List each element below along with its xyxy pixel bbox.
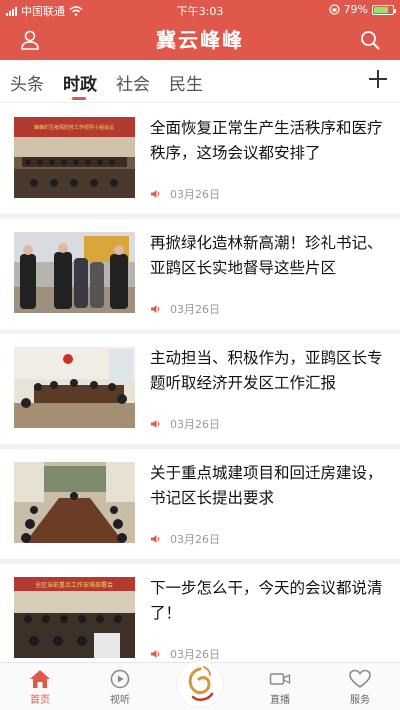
heart-icon — [349, 669, 371, 688]
bottom-tab-video[interactable]: 视听 — [90, 669, 150, 706]
tab-toutiao[interactable]: 头条 — [10, 70, 44, 95]
thumb-banner-text: 全区当前重点工作安排部署会 — [35, 581, 113, 589]
nav-bar: 冀云峰峰 — [0, 20, 400, 60]
bottom-tab-live[interactable]: 直播 — [250, 669, 310, 706]
speaker-icon[interactable] — [150, 189, 160, 199]
news-thumbnail — [14, 347, 135, 428]
tab-shehui[interactable]: 社会 — [116, 70, 150, 95]
news-meta: 03月26日 — [150, 646, 220, 662]
bottom-tab-service[interactable]: 服务 — [330, 669, 390, 706]
speaker-icon[interactable] — [150, 419, 160, 429]
news-title[interactable]: 下一步怎么干，今天的会议都说清了！ — [150, 576, 392, 626]
bottom-tab-label: 视听 — [110, 695, 130, 706]
status-right: 79% — [328, 3, 396, 16]
bottom-tab-home[interactable]: 首页 — [10, 669, 70, 706]
plus-icon[interactable] — [366, 67, 390, 91]
category-tabs: 头条 时政 社会 民生 — [0, 60, 400, 103]
battery-percent: 79% — [343, 3, 368, 16]
news-item[interactable]: 关于重点城建项目和回迁房建设，书记区长提出要求 03月26日 — [0, 449, 400, 564]
news-meta: 03月26日 — [150, 186, 220, 202]
thumb-banner-text: 峰峰矿区疫情防控工作领导小组会议 — [34, 124, 114, 131]
news-title[interactable]: 主动担当、积极作为，亚鹍区长专题听取经济开发区工作汇报 — [150, 346, 392, 396]
play-icon — [110, 669, 130, 689]
tab-minsheng[interactable]: 民生 — [169, 70, 203, 95]
news-meta: 03月26日 — [150, 301, 220, 317]
bottom-tab-label: 直播 — [270, 695, 290, 706]
news-thumbnail — [14, 232, 135, 313]
video-camera-icon — [269, 673, 291, 685]
news-meta: 03月26日 — [150, 531, 220, 547]
news-thumbnail — [14, 462, 135, 543]
logo-icon — [188, 666, 214, 701]
active-tab-indicator — [72, 97, 86, 100]
bottom-tab-label: 首页 — [30, 695, 50, 706]
center-logo-button[interactable] — [176, 660, 224, 708]
speaker-icon[interactable] — [150, 304, 160, 314]
news-item[interactable]: 全区当前重点工作安排部署会 下一步怎么干，今天的会议都说清了！ 03月26日 — [0, 564, 400, 662]
news-thumbnail: 峰峰矿区疫情防控工作领导小组会议 — [14, 117, 135, 198]
news-meta: 03月26日 — [150, 416, 220, 432]
news-date: 03月26日 — [170, 188, 220, 201]
news-date: 03月26日 — [170, 418, 220, 431]
search-icon[interactable] — [358, 28, 382, 52]
app-header: 中国联通 下午3:03 79% 冀云峰峰 — [0, 0, 400, 60]
news-date: 03月26日 — [170, 533, 220, 546]
news-date: 03月26日 — [170, 303, 220, 316]
news-thumbnail: 全区当前重点工作安排部署会 — [14, 577, 135, 658]
news-list: 峰峰矿区疫情防控工作领导小组会议 全面恢复正常生产生活秩序和医疗秩序，这场会议都… — [0, 104, 400, 662]
news-item[interactable]: 峰峰矿区疫情防控工作领导小组会议 全面恢复正常生产生活秩序和医疗秩序，这场会议都… — [0, 104, 400, 219]
bottom-tab-label: 服务 — [350, 695, 370, 706]
news-item[interactable]: 主动担当、积极作为，亚鹍区长专题听取经济开发区工作汇报 03月26日 — [0, 334, 400, 449]
home-icon — [30, 670, 50, 688]
tab-shizheng[interactable]: 时政 — [63, 70, 97, 95]
news-title[interactable]: 再掀绿化造林新高潮！珍礼书记、亚鹍区长实地督导这些片区 — [150, 231, 392, 281]
battery-icon — [372, 4, 396, 15]
speaker-icon[interactable] — [150, 649, 160, 659]
news-title[interactable]: 全面恢复正常生产生活秩序和医疗秩序，这场会议都安排了 — [150, 116, 392, 166]
speaker-icon[interactable] — [150, 534, 160, 544]
news-title[interactable]: 关于重点城建项目和回迁房建设，书记区长提出要求 — [150, 461, 392, 511]
news-item[interactable]: 再掀绿化造林新高潮！珍礼书记、亚鹍区长实地督导这些片区 03月26日 — [0, 219, 400, 334]
status-bar: 中国联通 下午3:03 79% — [0, 0, 400, 20]
rotation-lock-icon — [328, 4, 340, 15]
app-title: 冀云峰峰 — [156, 28, 244, 52]
